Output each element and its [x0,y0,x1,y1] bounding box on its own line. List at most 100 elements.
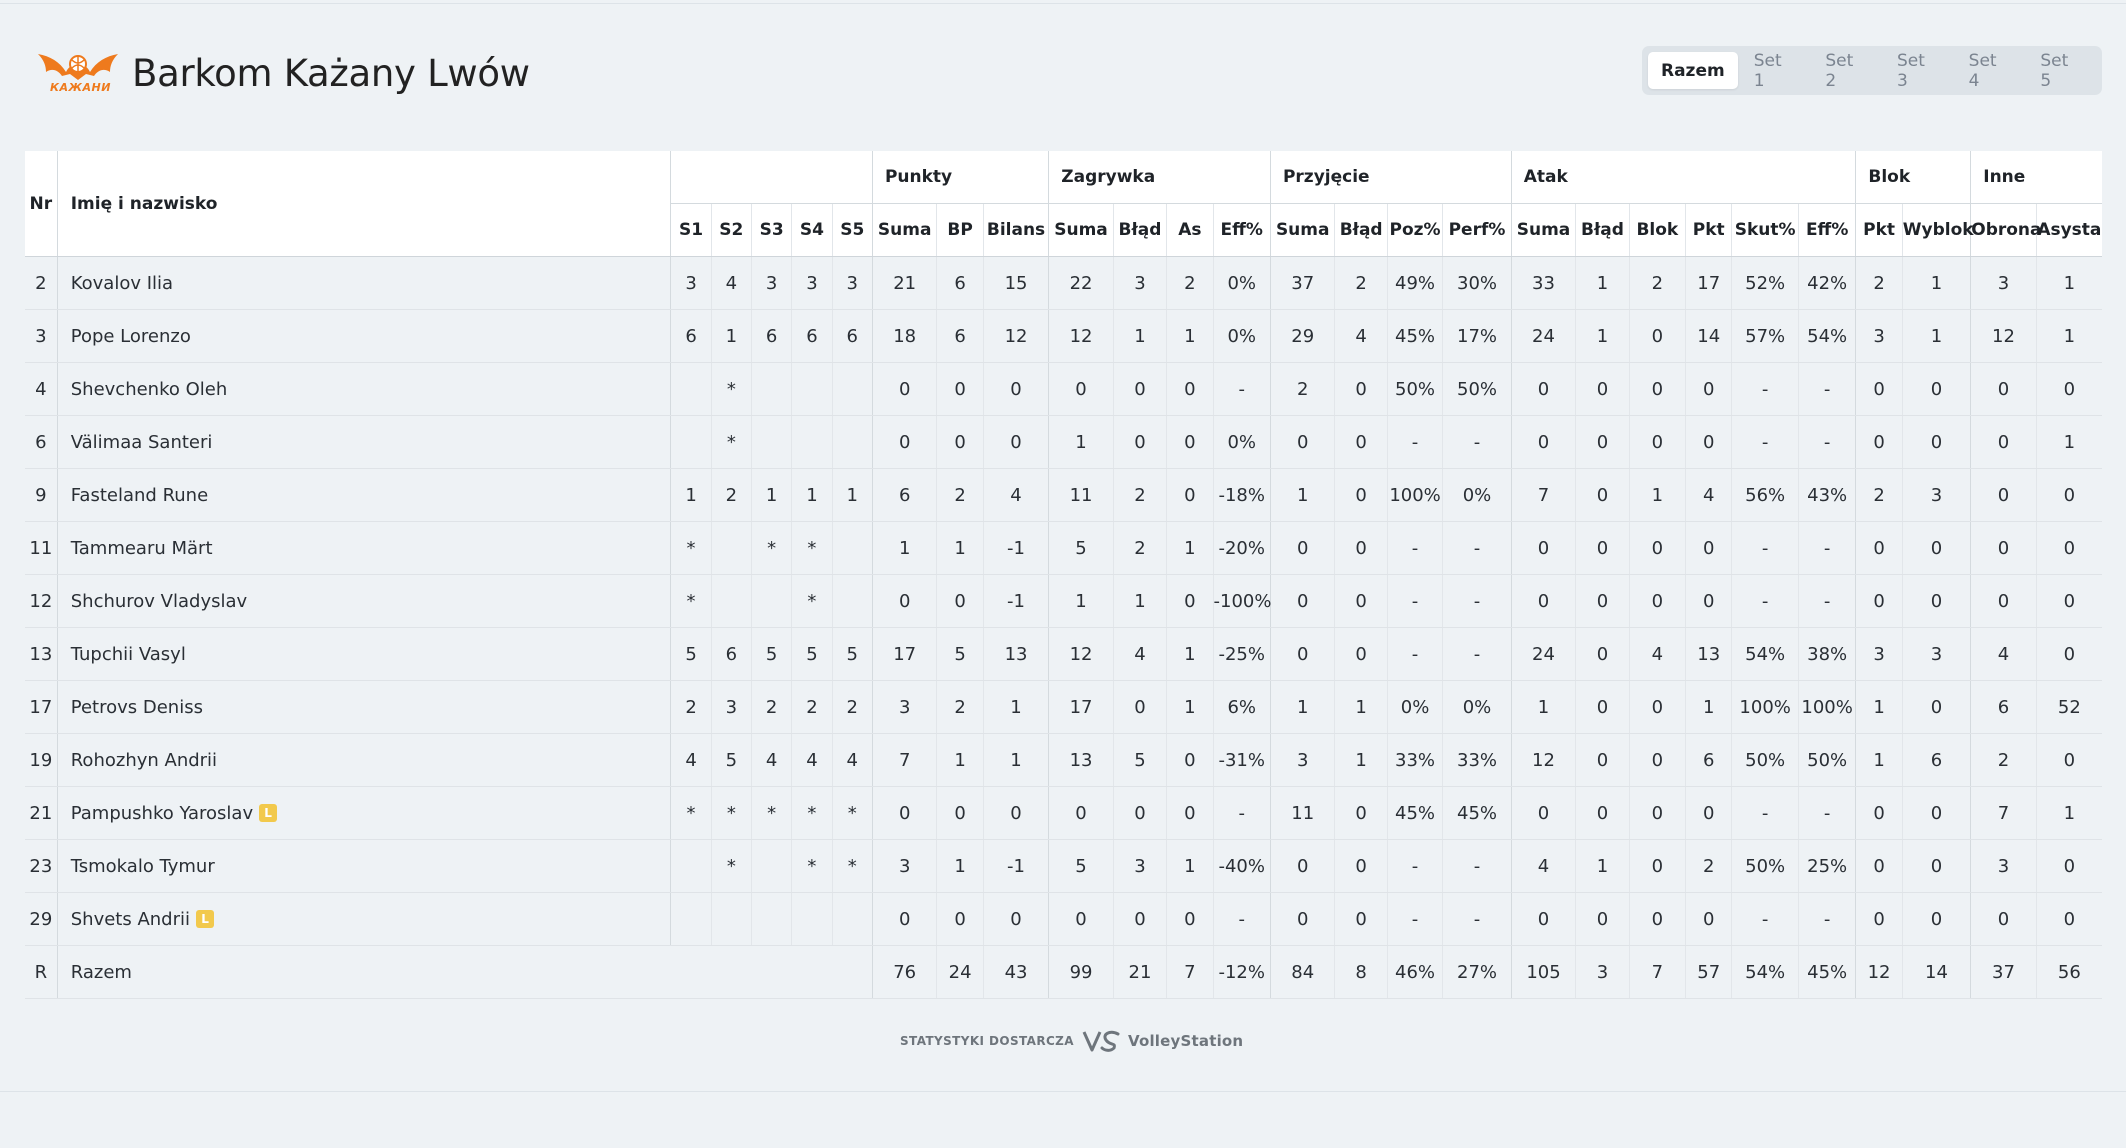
tab-set-2[interactable]: Set 2 [1811,51,1881,91]
player-name: Shvets Andrii [70,908,191,930]
set-cell: 2 [831,680,873,734]
przyjecie-cell: 0 [1334,362,1388,416]
top-divider [0,3,2126,4]
atak-cell: 0 [1628,521,1686,575]
volleystation-logo-icon [1082,1030,1120,1052]
col-header-atak-5: Eff% [1797,203,1856,257]
zagrywka-cell: 11 [1048,468,1114,522]
atak-cell: 1 [1510,680,1576,734]
total-sets-blank [670,945,873,999]
tab-set-5[interactable]: Set 5 [2026,51,2096,91]
total-label: Razem [57,945,671,999]
inne-cell: 0 [2035,733,2102,787]
blok-cell: 3 [1855,309,1903,363]
zagrywka-cell: 0 [1166,468,1213,522]
set-cell: 3 [710,680,752,734]
blok-cell: 0 [1855,892,1903,946]
atak-cell: - [1797,786,1856,840]
blok-cell: 0 [1901,415,1971,469]
przyjecie-cell: 0 [1334,786,1388,840]
total-label-short: R [25,945,58,999]
player-number: 13 [25,627,58,681]
punkty-cell: 13 [982,627,1049,681]
punkty-cell: 0 [936,786,984,840]
col-name-header: Imię i nazwisko [57,151,671,257]
punkty-cell: 0 [982,786,1049,840]
zagrywka-cell: - [1212,362,1271,416]
blok-cell: 6 [1901,733,1971,787]
przyjecie-cell: 0 [1269,521,1335,575]
table-row: 3 Pope Lorenzo 6 1 6 6 6 18 6 12 12 1 1 0% 29 4 45% 17% 24… [25,309,2102,363]
set-cell: * [670,786,712,840]
total-atak-cell: 45% [1797,945,1856,999]
atak-cell: 50% [1797,733,1856,787]
blok-cell: 1 [1901,309,1971,363]
przyjecie-cell: 0 [1269,574,1335,628]
player-number: 3 [25,309,58,363]
atak-cell: - [1797,521,1856,575]
blok-cell: 1 [1901,256,1971,310]
atak-cell: 4 [1510,839,1576,893]
table-head: Nr Imię i nazwisko Punkty Zagrywka Przyj… [25,151,2102,257]
inne-cell: 0 [2035,362,2102,416]
set-cell [710,892,752,946]
tab-set-4[interactable]: Set 4 [1955,51,2025,91]
tab-set-3[interactable]: Set 3 [1883,51,1953,91]
przyjecie-cell: 45% [1386,309,1443,363]
total-przyjecie-cell: 84 [1269,945,1335,999]
zagrywka-cell: - [1212,786,1271,840]
player-name-cell: Tsmokalo Tymur [57,839,671,893]
set-cell: 2 [750,680,792,734]
libero-badge: L [196,909,215,928]
punkty-cell: 0 [936,574,984,628]
inne-cell: 0 [1970,574,2037,628]
col-nr-header: Nr [25,151,58,257]
punkty-cell: 0 [982,415,1049,469]
total-atak-cell: 7 [1628,945,1686,999]
zagrywka-cell: 3 [1112,256,1167,310]
punkty-cell: 6 [871,468,937,522]
atak-cell: - [1731,892,1799,946]
set-cell: 5 [670,627,712,681]
przyjecie-cell: 2 [1334,256,1388,310]
przyjecie-cell: 0 [1334,892,1388,946]
punkty-cell: 5 [936,627,984,681]
zagrywka-cell: 3 [1112,839,1167,893]
inne-cell: 6 [1970,680,2037,734]
przyjecie-cell: - [1442,574,1512,628]
inne-cell: 1 [2035,786,2102,840]
zagrywka-cell: 0% [1212,415,1271,469]
punkty-cell: 0 [982,892,1049,946]
blok-cell: 2 [1855,256,1903,310]
set-cell: 5 [750,627,792,681]
total-przyjecie-cell: 27% [1442,945,1512,999]
punkty-cell: 0 [871,786,937,840]
player-name: Shchurov Vladyslav [70,590,248,612]
player-name: Fasteland Rune [70,484,209,506]
set-cell [670,415,712,469]
set-cell [750,892,792,946]
set-cell: * [831,786,873,840]
atak-cell: 0 [1510,574,1576,628]
player-number: 29 [25,892,58,946]
team-header: КАЖАНИ Barkom Każany Lwów [36,45,530,101]
player-number: 11 [25,521,58,575]
przyjecie-cell: 100% [1386,468,1443,522]
tab-set-1[interactable]: Set 1 [1740,51,1810,91]
przyjecie-cell: 0 [1269,892,1335,946]
atak-cell: 0 [1628,309,1686,363]
atak-cell: 1 [1628,468,1686,522]
col-header-set-4: S4 [791,203,833,257]
przyjecie-cell: - [1386,574,1443,628]
zagrywka-cell: 1 [1166,627,1213,681]
tab-razem[interactable]: Razem [1648,52,1738,89]
atak-cell: - [1797,892,1856,946]
atak-cell: - [1797,415,1856,469]
przyjecie-cell: - [1386,892,1443,946]
player-name-cell: Pampushko Yaroslav L [57,786,671,840]
player-number: 19 [25,733,58,787]
col-header-zagrywka-1: Błąd [1112,203,1167,257]
atak-cell: 2 [1628,256,1686,310]
table-row: 19 Rohozhyn Andrii 4 5 4 4 4 7 1 1 13 5 0 -31% 3 1 33% 33… [25,733,2102,787]
zagrywka-cell: -20% [1212,521,1271,575]
